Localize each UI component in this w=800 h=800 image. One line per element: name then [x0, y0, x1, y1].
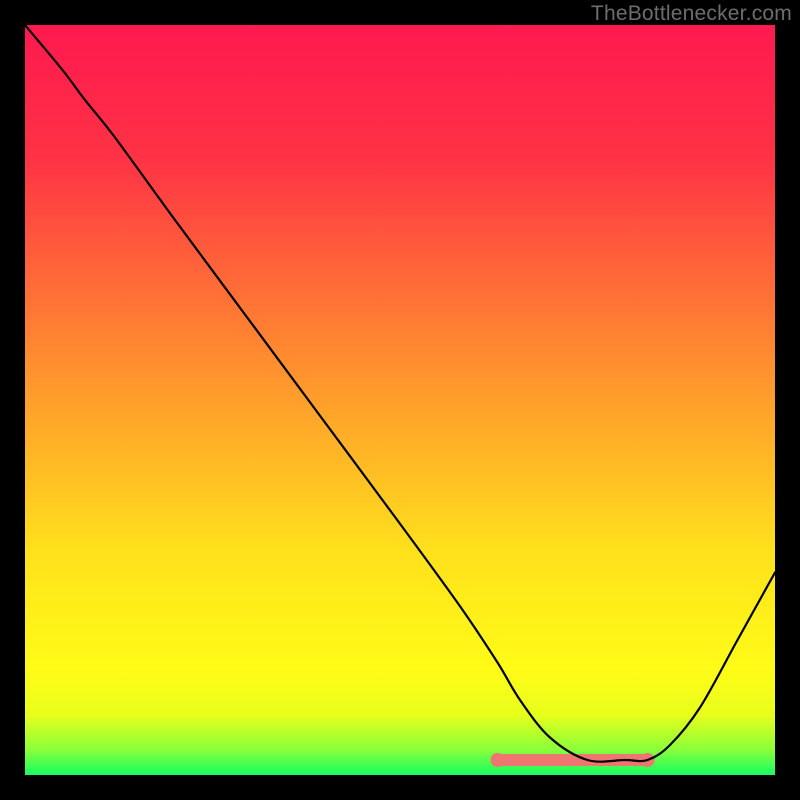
bottleneck-curve — [25, 25, 775, 762]
watermark-text: TheBottlenecker.com — [591, 2, 792, 26]
curve-layer — [25, 25, 775, 775]
chart-frame: TheBottlenecker.com — [0, 0, 800, 800]
plot-area — [25, 25, 775, 775]
